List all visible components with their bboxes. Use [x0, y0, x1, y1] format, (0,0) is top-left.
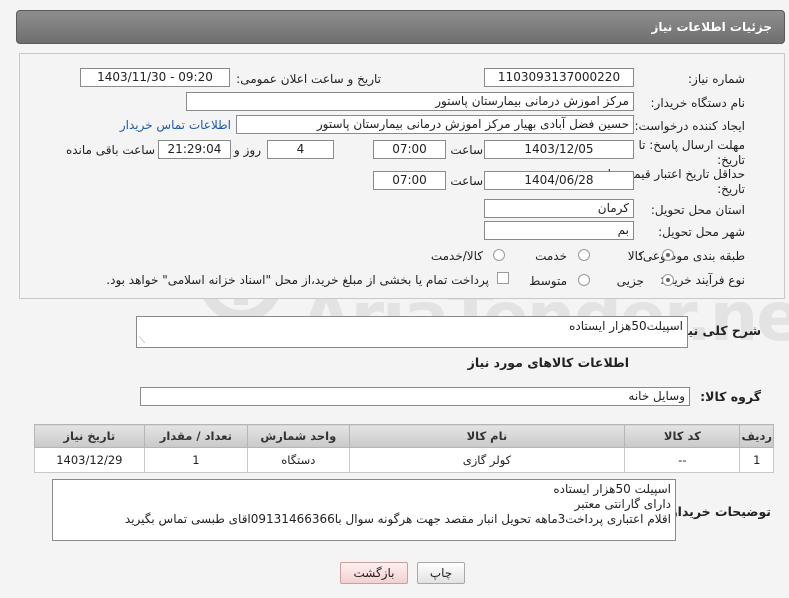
- treasury-checkbox[interactable]: [497, 272, 509, 284]
- cell-row-number: 1: [739, 447, 774, 473]
- buyer-notes-textarea[interactable]: اسپیلت 50هزار ایستاده دارای گارانتی معتب…: [52, 479, 676, 541]
- col-goods-code: کد کالا: [624, 424, 741, 448]
- time-remaining-label: ساعت باقی مانده: [65, 143, 155, 157]
- subject-goods-radio[interactable]: [662, 249, 674, 261]
- buyer-notes-label: توضیحات خریدار:: [665, 504, 771, 519]
- need-number-label: شماره نیاز:: [688, 72, 745, 86]
- general-description-textarea[interactable]: اسپیلت50هزار ایستاده ⟋: [136, 316, 688, 348]
- cell-goods-code: --: [624, 447, 741, 473]
- table-row: 1 -- کولر گازی دستگاه 1 1403/12/29: [34, 447, 774, 473]
- reply-time-field: 07:00: [373, 140, 446, 159]
- buyer-notes-line: دارای گارانتی معتبر: [574, 497, 671, 511]
- process-minor-label: جزیی: [616, 274, 644, 288]
- col-need-date: تاریخ نیاز: [34, 424, 145, 448]
- process-medium-label: متوسط: [529, 274, 567, 288]
- announce-datetime-field: 1403/11/30 - 09:20: [80, 68, 230, 87]
- subject-class-label: طبقه بندی موضوعی:: [638, 249, 745, 263]
- subject-service-label: خدمت: [535, 249, 567, 263]
- delivery-province-field: کرمان: [484, 199, 634, 218]
- buyer-contact-link[interactable]: اطلاعات تماس خریدار: [120, 118, 231, 132]
- reply-date-field: 1403/12/05: [484, 140, 634, 159]
- delivery-province-label: استان محل تحویل:: [650, 203, 745, 217]
- treasury-note: پرداخت تمام یا بخشی از مبلغ خرید،از محل …: [106, 273, 489, 287]
- subject-goods-label: کالا: [627, 249, 644, 263]
- col-unit: واحد شمارش: [247, 424, 350, 448]
- price-validity-time-label: ساعت: [450, 174, 483, 188]
- buyer-notes-line: اسپیلت 50هزار ایستاده: [553, 482, 671, 496]
- price-validity-time-field: 07:00: [373, 171, 446, 190]
- subject-goods-service-radio[interactable]: [493, 249, 505, 261]
- subject-service-radio[interactable]: [578, 249, 590, 261]
- goods-table-header-row: ردیف کد کالا نام کالا واحد شمارش تعداد /…: [34, 424, 774, 448]
- cell-quantity: 1: [143, 447, 249, 473]
- price-validity-date-field: 1404/06/28: [484, 171, 634, 190]
- need-number-field: 1103093137000220: [484, 68, 634, 87]
- cell-unit: دستگاه: [247, 447, 350, 473]
- delivery-city-field: بم: [484, 221, 634, 240]
- general-description-text: اسپیلت50هزار ایستاده: [569, 319, 683, 333]
- print-button[interactable]: چاپ: [417, 562, 465, 584]
- time-remaining-field: 21:29:04: [158, 140, 231, 159]
- reply-deadline-label-line1: مهلت ارسال پاسخ: تا: [638, 138, 745, 152]
- page-title: جزئیات اطلاعات نیاز: [651, 20, 772, 34]
- process-minor-radio[interactable]: [662, 274, 674, 286]
- col-row-number: ردیف: [739, 424, 774, 448]
- requester-field: حسین فضل آبادی بهیار مرکز اموزش درمانی ب…: [236, 115, 634, 134]
- requester-label: ایجاد کننده درخواست:: [634, 119, 745, 133]
- page-header: جزئیات اطلاعات نیاز: [16, 10, 785, 44]
- reply-deadline-label: مهلت ارسال پاسخ: تا تاریخ:: [638, 138, 745, 168]
- back-button[interactable]: بازگشت: [340, 562, 408, 584]
- reply-time-label: ساعت: [450, 143, 483, 157]
- delivery-city-label: شهر محل تحویل:: [658, 225, 745, 239]
- buyer-notes-line: اقلام اعتباری پرداخت3ماهه تحویل انبار مق…: [124, 512, 671, 526]
- cell-need-date: 1403/12/29: [34, 447, 145, 473]
- buyer-org-field: مرکز اموزش درمانی بیمارستان پاستور: [186, 92, 634, 111]
- goods-info-title: اطلاعات کالاهای مورد نیاز: [467, 355, 629, 370]
- days-remaining-field: 4: [267, 140, 334, 159]
- days-and-label: روز و: [234, 143, 261, 157]
- goods-group-field: وسایل خانه: [140, 387, 690, 406]
- reply-deadline-label-line2: تاریخ:: [717, 153, 745, 167]
- goods-table: ردیف کد کالا نام کالا واحد شمارش تعداد /…: [34, 424, 774, 473]
- col-quantity: تعداد / مقدار: [143, 424, 249, 448]
- goods-group-label: گروه کالا:: [700, 389, 761, 404]
- resize-grip-icon[interactable]: ⟋: [139, 337, 145, 346]
- process-medium-radio[interactable]: [578, 274, 590, 286]
- col-goods-name: نام کالا: [348, 424, 626, 448]
- buyer-org-label: نام دستگاه خریدار:: [650, 96, 746, 110]
- cell-goods-name: کولر گازی: [348, 447, 626, 473]
- subject-goods-service-label: کالا/خدمت: [430, 249, 483, 263]
- announce-datetime-label: تاریخ و ساعت اعلان عمومی:: [236, 72, 381, 86]
